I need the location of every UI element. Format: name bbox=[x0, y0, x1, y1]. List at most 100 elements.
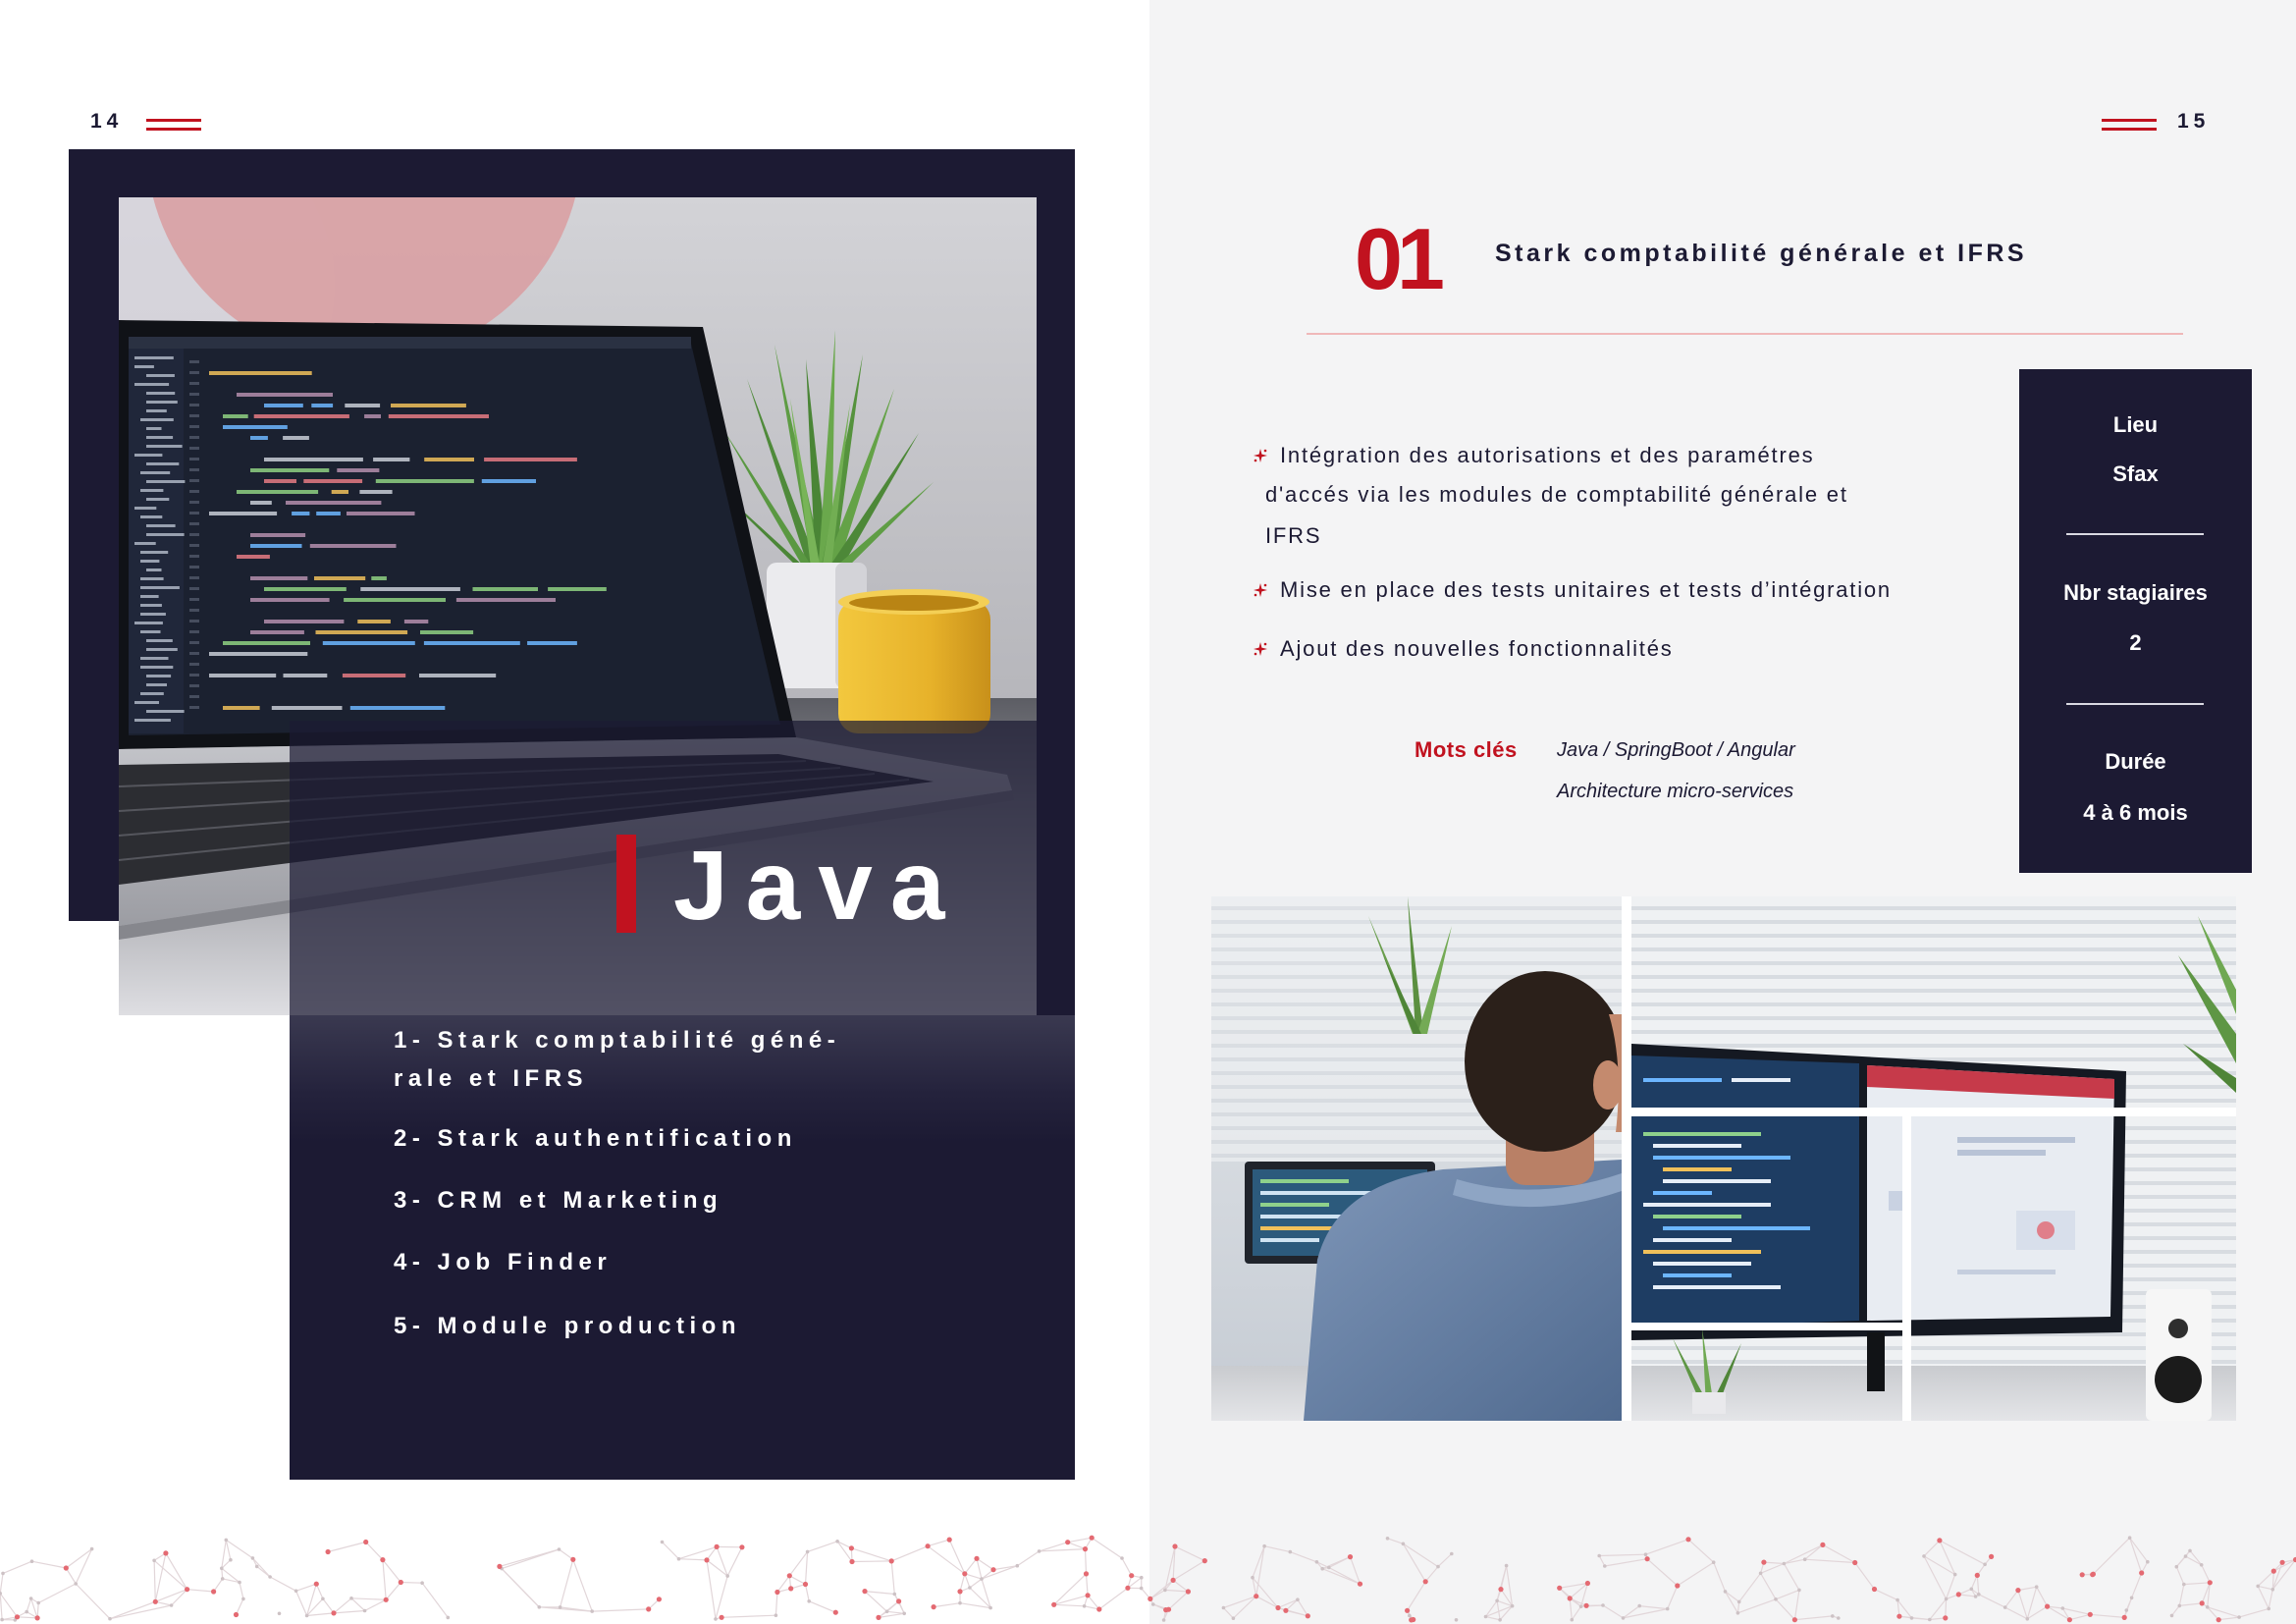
network-node bbox=[363, 1539, 369, 1545]
network-node bbox=[2174, 1564, 2179, 1569]
network-node bbox=[1483, 1614, 1488, 1619]
network-line bbox=[295, 1583, 317, 1592]
network-line bbox=[981, 1565, 1018, 1580]
network-line bbox=[2090, 1613, 2125, 1618]
network-node bbox=[313, 1581, 319, 1587]
network-line bbox=[2183, 1582, 2211, 1586]
line-number bbox=[189, 425, 199, 428]
network-node bbox=[152, 1558, 156, 1563]
network-line bbox=[2004, 1590, 2019, 1608]
code-line bbox=[264, 458, 363, 461]
task-1-line-3: IFRS bbox=[1265, 523, 1322, 548]
network-node bbox=[2124, 1608, 2129, 1612]
network-line bbox=[1760, 1562, 1785, 1574]
network-line bbox=[1569, 1597, 1573, 1620]
network-node bbox=[2183, 1554, 2188, 1558]
code-line bbox=[344, 598, 446, 602]
network-line bbox=[804, 1551, 809, 1585]
network-node bbox=[1409, 1617, 1415, 1623]
file-tree-entry bbox=[134, 622, 163, 624]
task-1-line-2: d'accés via les modules de comptabilité … bbox=[1265, 482, 1848, 507]
network-node bbox=[2270, 1568, 2276, 1574]
network-node bbox=[1148, 1596, 1153, 1601]
network-line bbox=[1911, 1617, 1930, 1621]
code-line bbox=[223, 425, 288, 429]
network-line bbox=[2, 1560, 32, 1574]
network-node bbox=[1422, 1579, 1428, 1585]
network-line bbox=[333, 1609, 365, 1614]
project-item-2: 2- Stark authentification bbox=[394, 1125, 797, 1152]
network-line bbox=[964, 1573, 983, 1580]
file-tree-entry bbox=[134, 365, 154, 368]
network-line bbox=[1978, 1594, 2005, 1608]
file-tree-entry bbox=[134, 383, 170, 386]
network-line bbox=[789, 1575, 806, 1586]
title-accent-bar bbox=[616, 835, 636, 933]
code-line bbox=[424, 458, 474, 461]
network-line bbox=[1290, 1551, 1317, 1563]
keywords-label: Mots clés bbox=[1415, 737, 1518, 762]
file-tree-entry bbox=[146, 392, 176, 395]
code-line bbox=[223, 414, 248, 418]
code-line bbox=[209, 652, 308, 656]
star-bullet-icon bbox=[1254, 449, 1267, 462]
network-node bbox=[1711, 1560, 1716, 1564]
info-box: Lieu Sfax Nbr stagiaires 2 Durée 4 à 6 m… bbox=[2019, 369, 2252, 873]
network-line bbox=[2129, 1537, 2149, 1563]
network-line bbox=[2185, 1555, 2202, 1566]
line-number bbox=[189, 479, 199, 482]
network-node bbox=[2182, 1582, 2186, 1587]
code-line bbox=[371, 576, 387, 580]
network-node bbox=[1140, 1575, 1144, 1580]
file-tree-entry bbox=[140, 692, 164, 695]
line-number bbox=[189, 522, 199, 525]
code-line bbox=[484, 458, 577, 461]
code-line bbox=[250, 501, 272, 505]
code-line bbox=[391, 404, 466, 407]
line-number bbox=[189, 641, 199, 644]
network-node bbox=[25, 1609, 29, 1614]
network-node bbox=[876, 1614, 881, 1620]
star-bullet-icon bbox=[1254, 642, 1267, 656]
file-tree-entry bbox=[134, 719, 171, 722]
line-number bbox=[189, 555, 199, 558]
code-line bbox=[209, 512, 278, 515]
network-line bbox=[726, 1546, 743, 1577]
network-node bbox=[1408, 1613, 1412, 1618]
network-node bbox=[1735, 1611, 1740, 1615]
network-node bbox=[497, 1563, 503, 1569]
network-line bbox=[559, 1548, 574, 1560]
network-node bbox=[1977, 1593, 1981, 1597]
yellow-mug bbox=[838, 589, 990, 733]
file-tree-entry bbox=[146, 498, 170, 501]
code-line bbox=[481, 479, 536, 483]
network-line bbox=[1223, 1596, 1256, 1609]
network-line bbox=[1172, 1579, 1189, 1593]
network-node bbox=[1852, 1559, 1858, 1566]
network-line bbox=[2178, 1584, 2185, 1606]
line-number bbox=[189, 630, 199, 633]
network-line bbox=[1174, 1545, 1205, 1562]
network-node bbox=[1952, 1572, 1957, 1577]
network-node bbox=[590, 1609, 594, 1613]
network-line bbox=[382, 1559, 401, 1583]
network-line bbox=[2257, 1586, 2269, 1609]
network-node bbox=[946, 1537, 952, 1543]
code-line bbox=[337, 468, 380, 472]
info-divider bbox=[2066, 533, 2204, 535]
page-number-left: 14 bbox=[90, 110, 124, 133]
network-node bbox=[1928, 1617, 1932, 1622]
code-line bbox=[264, 479, 296, 483]
keywords-line-1: Java / SpringBoot / Angular bbox=[1557, 739, 1795, 761]
network-line bbox=[1164, 1589, 1189, 1593]
network-line bbox=[75, 1583, 111, 1620]
file-tree-entry bbox=[140, 560, 160, 563]
network-line bbox=[1946, 1574, 1956, 1599]
network-line bbox=[2047, 1605, 2070, 1621]
file-tree-entry bbox=[140, 418, 174, 421]
network-node bbox=[2025, 1617, 2030, 1621]
network-node bbox=[2087, 1611, 2093, 1617]
network-node bbox=[36, 1600, 40, 1605]
network-node bbox=[980, 1577, 984, 1581]
code-line bbox=[209, 674, 277, 677]
